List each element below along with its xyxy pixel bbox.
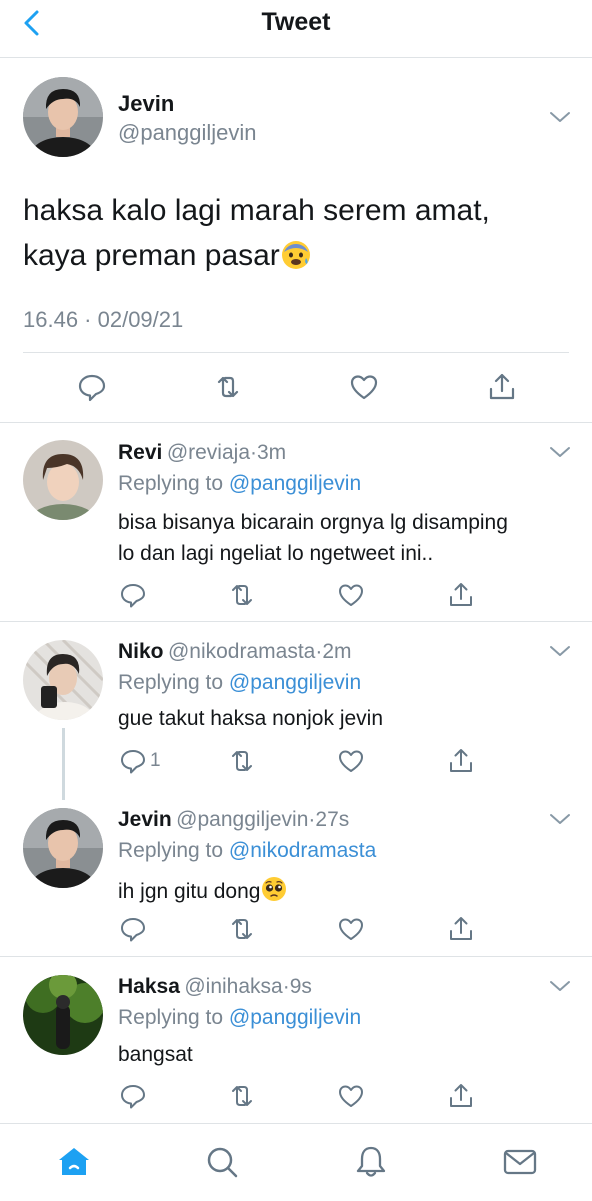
avatar[interactable]: [23, 808, 103, 888]
thread-line: [62, 728, 65, 800]
reply-text: bangsat: [118, 1043, 193, 1066]
like-button[interactable]: [336, 746, 366, 776]
page-title: Tweet: [261, 8, 331, 36]
reply-count: 1: [150, 750, 161, 771]
like-button[interactable]: [336, 1081, 366, 1111]
replying-to: Replying to @nikodramasta: [118, 839, 377, 862]
replying-to-link[interactable]: @panggiljevin: [229, 1006, 361, 1029]
tab-messages[interactable]: [502, 1144, 538, 1180]
share-button[interactable]: [446, 914, 476, 944]
reply-author-name[interactable]: Niko: [118, 640, 164, 663]
reply-time: 3m: [257, 441, 287, 464]
share-button[interactable]: [446, 746, 476, 776]
chevron-down-icon[interactable]: [549, 812, 571, 826]
reply-time: 27s: [315, 808, 350, 831]
chevron-down-icon[interactable]: [549, 979, 571, 993]
retweet-button[interactable]: [227, 580, 257, 610]
reply-text: gue takut haksa nonjok jevin: [118, 707, 384, 730]
reply-header: Niko @nikodramasta·2m: [118, 640, 352, 663]
tab-notifications[interactable]: [353, 1144, 389, 1180]
retweet-button[interactable]: [213, 372, 243, 402]
avatar[interactable]: [23, 77, 103, 157]
reply-header: Jevin @panggiljevin·27s: [118, 808, 350, 831]
share-button[interactable]: [487, 372, 517, 402]
tweet-text: haksa kalo lagi marah serem amat, kaya p…: [23, 188, 490, 278]
chevron-down-icon[interactable]: [549, 110, 571, 124]
tweet-timestamp: 16.46 · 02/09/21: [23, 307, 184, 332]
reply-author-handle[interactable]: @nikodramasta: [168, 640, 315, 663]
reply-button[interactable]: [118, 580, 148, 610]
avatar[interactable]: [23, 440, 103, 520]
like-button[interactable]: [349, 372, 379, 402]
pleading-face-emoji: [262, 877, 287, 901]
reply-author-handle[interactable]: @reviaja: [167, 441, 250, 464]
replying-to-link[interactable]: @panggiljevin: [229, 671, 361, 694]
avatar[interactable]: [23, 640, 103, 720]
home-icon: [59, 1148, 89, 1175]
reply-header: Revi @reviaja·3m: [118, 441, 287, 464]
reply-time: 9s: [289, 975, 312, 998]
retweet-button[interactable]: [227, 746, 257, 776]
chevron-down-icon[interactable]: [549, 445, 571, 459]
author-handle[interactable]: @panggiljevin: [118, 120, 257, 146]
tab-search[interactable]: [204, 1144, 240, 1180]
reply-text: ih jgn gitu dong: [118, 875, 288, 904]
author-name[interactable]: Jevin: [118, 91, 174, 117]
replying-to: Replying to @panggiljevin: [118, 1006, 362, 1029]
search-icon: [207, 1147, 238, 1178]
tweet-text-line2: kaya preman pasar: [23, 239, 280, 272]
reply-time: 2m: [322, 640, 352, 663]
replying-to: Replying to @panggiljevin: [118, 671, 362, 694]
reply-author-name[interactable]: Jevin: [118, 808, 172, 831]
share-button[interactable]: [446, 580, 476, 610]
reply-button[interactable]: [118, 1081, 148, 1111]
like-button[interactable]: [336, 914, 366, 944]
reply-author-handle[interactable]: @panggiljevin: [176, 808, 308, 831]
reply-author-name[interactable]: Revi: [118, 441, 162, 464]
avatar[interactable]: [23, 975, 103, 1055]
retweet-button[interactable]: [227, 1081, 257, 1111]
reply-button[interactable]: [118, 746, 148, 776]
replying-to-link[interactable]: @panggiljevin: [229, 472, 361, 495]
anxious-face-emoji: [281, 241, 310, 269]
share-button[interactable]: [446, 1081, 476, 1111]
replying-to: Replying to @panggiljevin: [118, 472, 362, 495]
reply-author-handle[interactable]: @inihaksa: [184, 975, 282, 998]
reply-text: bisa bisanya bicarain orgnya lg disampin…: [118, 511, 508, 565]
chevron-down-icon[interactable]: [549, 644, 571, 658]
notifications-icon: [356, 1146, 386, 1177]
reply-author-name[interactable]: Haksa: [118, 975, 180, 998]
reply-header: Haksa @inihaksa·9s: [118, 975, 312, 998]
replying-to-link[interactable]: @nikodramasta: [229, 839, 376, 862]
tweet-text-line1: haksa kalo lagi marah serem amat,: [23, 194, 490, 227]
tab-bar: [0, 1123, 592, 1201]
reply-button[interactable]: [118, 914, 148, 944]
messages-icon: [503, 1149, 537, 1175]
retweet-button[interactable]: [227, 914, 257, 944]
reply-button[interactable]: [77, 372, 107, 402]
tab-home[interactable]: [56, 1144, 92, 1180]
like-button[interactable]: [336, 580, 366, 610]
